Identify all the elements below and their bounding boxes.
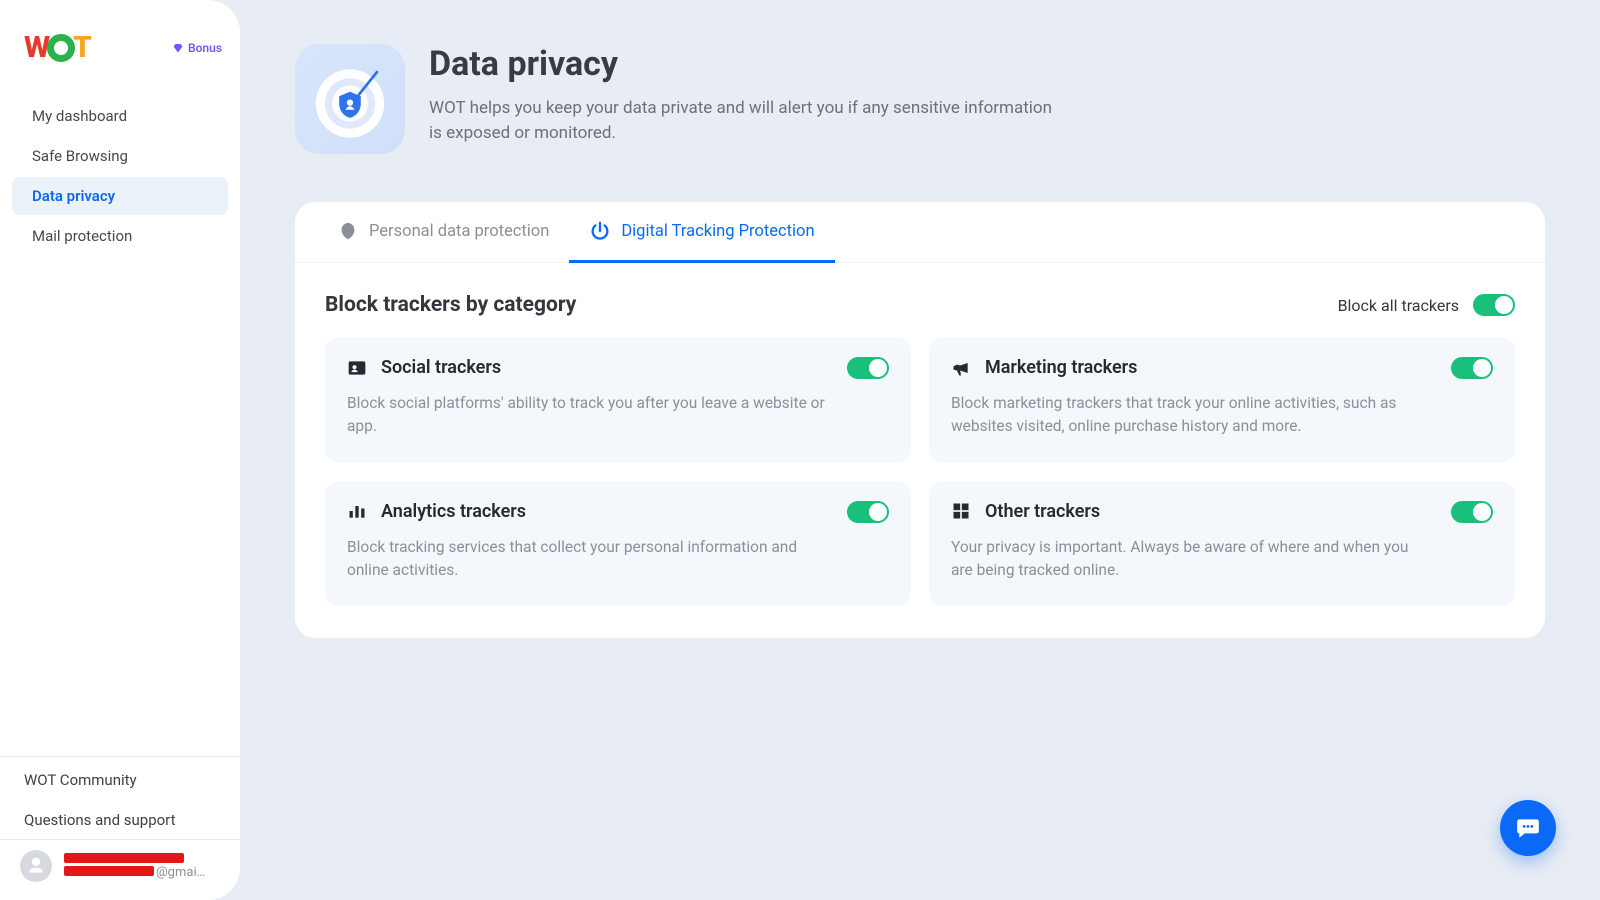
user-meta: @gmai… bbox=[64, 853, 205, 880]
tab-label: Personal data protection bbox=[369, 222, 549, 241]
tab-personal-data-protection[interactable]: Personal data protection bbox=[317, 202, 569, 263]
tracker-cards: Social trackers Block social platforms' … bbox=[325, 337, 1515, 606]
diamond-icon bbox=[172, 42, 184, 54]
section-title: Block trackers by category bbox=[325, 293, 576, 317]
card-desc: Your privacy is important. Always be awa… bbox=[951, 536, 1493, 583]
nav-item-my-dashboard[interactable]: My dashboard bbox=[12, 97, 228, 135]
sidebar-footer: WOT Community Questions and support @gma… bbox=[0, 756, 240, 900]
bonus-label: Bonus bbox=[188, 41, 222, 55]
user-email-suffix: @gmai… bbox=[156, 865, 205, 880]
card-social-trackers: Social trackers Block social platforms' … bbox=[325, 337, 911, 463]
card-desc: Block marketing trackers that track your… bbox=[951, 392, 1493, 439]
main-content: Data privacy WOT helps you keep your dat… bbox=[240, 0, 1600, 900]
sidebar: WT Bonus My dashboard Safe Browsing Data… bbox=[0, 0, 240, 900]
link-support[interactable]: Questions and support bbox=[24, 811, 216, 829]
block-all-label: Block all trackers bbox=[1338, 296, 1459, 315]
header-illustration bbox=[295, 44, 405, 154]
primary-nav: My dashboard Safe Browsing Data privacy … bbox=[0, 77, 240, 275]
eye-shield-icon bbox=[337, 220, 359, 242]
settings-panel: Personal data protection Digital Trackin… bbox=[295, 202, 1545, 638]
card-title: Social trackers bbox=[381, 357, 501, 378]
sidebar-header: WT Bonus bbox=[0, 0, 240, 77]
block-all-row: Block all trackers bbox=[1338, 294, 1515, 316]
card-title: Other trackers bbox=[985, 501, 1100, 522]
tabs: Personal data protection Digital Trackin… bbox=[295, 202, 1545, 263]
toggle-analytics-trackers[interactable] bbox=[847, 501, 889, 523]
card-desc: Block tracking services that collect you… bbox=[347, 536, 889, 583]
toggle-marketing-trackers[interactable] bbox=[1451, 357, 1493, 379]
nav-item-mail-protection[interactable]: Mail protection bbox=[12, 217, 228, 255]
chat-icon bbox=[1515, 815, 1541, 841]
chat-fab[interactable] bbox=[1500, 800, 1556, 856]
user-bar[interactable]: @gmai… bbox=[0, 839, 240, 900]
page-title: Data privacy bbox=[429, 44, 1069, 84]
tab-digital-tracking-protection[interactable]: Digital Tracking Protection bbox=[569, 202, 834, 263]
block-all-toggle[interactable] bbox=[1473, 294, 1515, 316]
card-title: Analytics trackers bbox=[381, 501, 526, 522]
brand-logo[interactable]: WT bbox=[24, 30, 91, 65]
page-subtitle: WOT helps you keep your data private and… bbox=[429, 96, 1069, 145]
toggle-other-trackers[interactable] bbox=[1451, 501, 1493, 523]
tab-label: Digital Tracking Protection bbox=[621, 222, 814, 241]
section-header: Block trackers by category Block all tra… bbox=[325, 293, 1515, 317]
card-title: Marketing trackers bbox=[985, 357, 1137, 378]
card-marketing-trackers: Marketing trackers Block marketing track… bbox=[929, 337, 1515, 463]
user-email-redacted bbox=[64, 866, 154, 876]
page-header: Data privacy WOT helps you keep your dat… bbox=[295, 44, 1545, 154]
contact-card-icon bbox=[347, 358, 367, 378]
power-icon bbox=[589, 220, 611, 242]
bonus-link[interactable]: Bonus bbox=[172, 41, 222, 55]
user-name-redacted bbox=[64, 853, 184, 863]
avatar bbox=[20, 850, 52, 882]
bar-chart-icon bbox=[347, 501, 367, 521]
toggle-social-trackers[interactable] bbox=[847, 357, 889, 379]
megaphone-icon bbox=[951, 358, 971, 378]
nav-item-data-privacy[interactable]: Data privacy bbox=[12, 177, 228, 215]
card-analytics-trackers: Analytics trackers Block tracking servic… bbox=[325, 481, 911, 607]
link-community[interactable]: WOT Community bbox=[24, 771, 216, 789]
card-desc: Block social platforms' ability to track… bbox=[347, 392, 889, 439]
card-other-trackers: Other trackers Your privacy is important… bbox=[929, 481, 1515, 607]
grid-icon bbox=[951, 501, 971, 521]
nav-item-safe-browsing[interactable]: Safe Browsing bbox=[12, 137, 228, 175]
